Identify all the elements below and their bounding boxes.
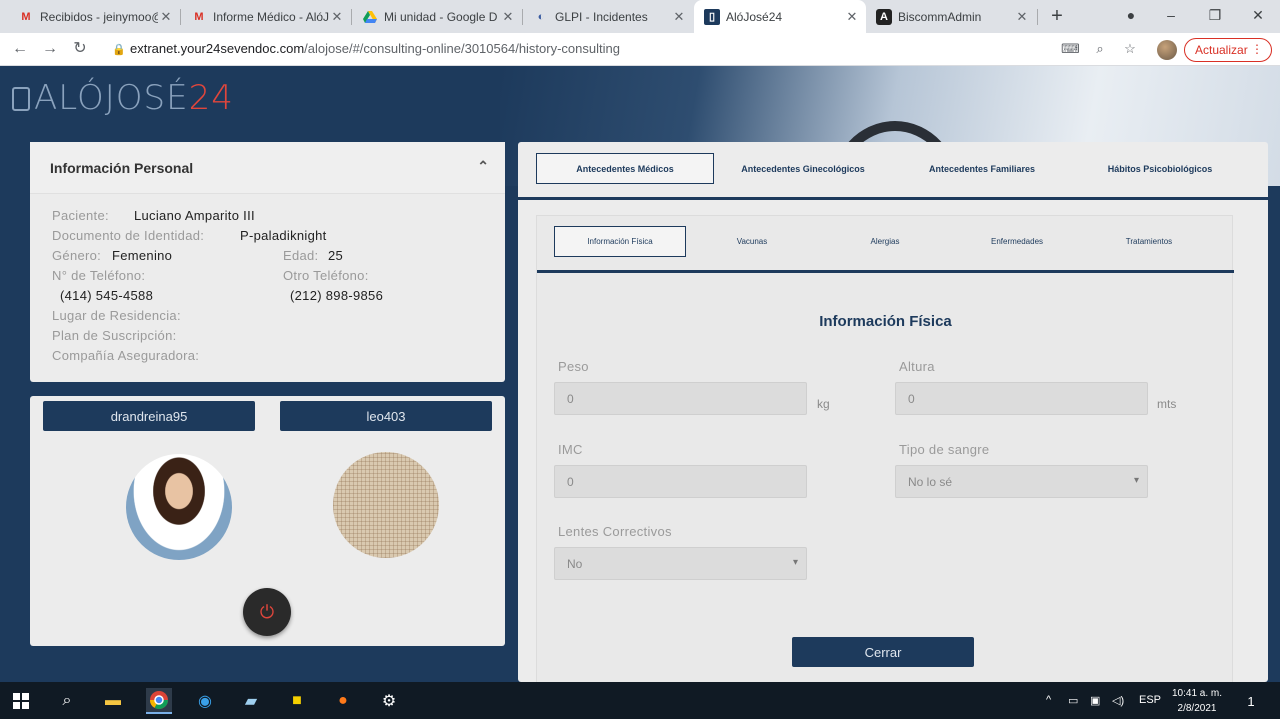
angular-icon: A bbox=[876, 8, 892, 25]
tab-tratamientos[interactable]: Tratamientos bbox=[1099, 226, 1199, 257]
tab-separator bbox=[1037, 9, 1038, 25]
browser-tab-alojose[interactable]: ▯ AlóJosé24 ✕ bbox=[694, 0, 866, 33]
volume-icon[interactable]: ◁) bbox=[1112, 694, 1124, 707]
browser-tab-gmail-inbox[interactable]: M Recibidos - jeinymoo@ ✕ bbox=[8, 0, 180, 33]
menu-dots-icon: ⋮ bbox=[1251, 42, 1263, 56]
chevron-down-icon: ▾ bbox=[792, 557, 798, 568]
tab-enfermedades[interactable]: Enfermedades bbox=[967, 226, 1067, 257]
page-content: ALÓJOSÉ24 Información Personal ⌃ Pacient… bbox=[0, 66, 1280, 682]
doctor-username-badge: drandreina95 bbox=[43, 401, 255, 431]
bmi-input[interactable]: 0 bbox=[554, 465, 807, 498]
lock-icon: 🔒 bbox=[112, 44, 126, 56]
sub-tabs: Información Física Vacunas Alergias Enfe… bbox=[537, 216, 1234, 273]
main-tabs: Antecedentes Médicos Antecedentes Gineco… bbox=[518, 142, 1268, 200]
file-explorer-icon[interactable]: ▬ bbox=[100, 688, 126, 714]
back-icon[interactable]: ← bbox=[10, 39, 30, 59]
address-bar[interactable]: extranet.your24sevendoc.com/alojose/#/co… bbox=[130, 41, 620, 56]
close-icon[interactable]: ✕ bbox=[844, 9, 860, 25]
close-button[interactable]: Cerrar bbox=[792, 637, 974, 667]
translate-icon[interactable]: ⌨ bbox=[1061, 40, 1080, 58]
close-icon[interactable]: ✕ bbox=[500, 9, 516, 25]
physical-info-section: Información Física Vacunas Alergias Enfe… bbox=[536, 215, 1234, 682]
close-icon[interactable]: ✕ bbox=[1014, 9, 1030, 25]
profile-avatar[interactable] bbox=[1157, 40, 1177, 60]
personal-info-header[interactable]: Información Personal ⌃ bbox=[30, 142, 505, 194]
end-call-button[interactable]: ⏻ bbox=[243, 588, 291, 636]
forward-icon[interactable]: → bbox=[40, 39, 60, 59]
logo-icon bbox=[12, 87, 30, 111]
zoom-icon[interactable]: ⌕ bbox=[1091, 40, 1109, 58]
bookmark-star-icon[interactable]: ☆ bbox=[1121, 40, 1139, 58]
tab-antecedentes-ginecologicos[interactable]: Antecedentes Ginecológicos bbox=[723, 153, 883, 184]
alojose-icon: ▯ bbox=[704, 8, 720, 25]
windows-start-icon[interactable] bbox=[8, 688, 34, 714]
windows-taskbar: ⌕ ▬ ◉ ▰ ■ ● ⚙ ^ ▭ ▣ ◁) ESP 10:41 a. m. 2… bbox=[0, 682, 1280, 719]
gmail-icon: M bbox=[21, 10, 31, 23]
patient-document: P-paladiknight bbox=[240, 228, 327, 243]
patient-age: 25 bbox=[328, 248, 344, 263]
drive-icon bbox=[362, 9, 378, 25]
form-title: Información Física bbox=[819, 313, 952, 330]
close-icon[interactable]: ✕ bbox=[329, 9, 345, 25]
tab-antecedentes-familiares[interactable]: Antecedentes Familiares bbox=[908, 153, 1056, 184]
search-icon[interactable]: ⌕ bbox=[54, 688, 80, 714]
browser-tab-informe[interactable]: M Informe Médico - AlóJ ✕ bbox=[181, 0, 351, 33]
settings-gear-icon[interactable]: ⚙ bbox=[376, 688, 402, 714]
notepad-icon[interactable]: ▰ bbox=[238, 688, 264, 714]
restore-icon[interactable]: ❐ bbox=[1202, 4, 1228, 28]
tab-vacunas[interactable]: Vacunas bbox=[702, 226, 802, 257]
height-input[interactable]: 0 bbox=[895, 382, 1148, 415]
chrome-icon[interactable] bbox=[146, 688, 172, 714]
patient-name: Luciano Amparito III bbox=[134, 208, 255, 223]
new-tab-button[interactable]: + bbox=[1046, 6, 1068, 28]
edge-icon[interactable]: ◉ bbox=[192, 688, 218, 714]
patient-avatar bbox=[333, 452, 439, 558]
browser-tab-glpi[interactable]: ◐ GLPI - Incidentes ✕ bbox=[523, 0, 693, 33]
browser-tab-biscomm[interactable]: A BiscommAdmin ✕ bbox=[866, 0, 1036, 33]
notifications-icon[interactable]: 1 bbox=[1238, 688, 1264, 714]
chevron-down-icon: ▾ bbox=[1133, 475, 1139, 486]
consultation-users-card: drandreina95 leo403 ⏻ bbox=[30, 396, 505, 646]
gmail-icon: M bbox=[194, 10, 204, 23]
battery-icon[interactable]: ▭ bbox=[1068, 694, 1078, 707]
browser-tab-drive[interactable]: Mi unidad - Google D ✕ bbox=[352, 0, 522, 33]
patient-username-badge: leo403 bbox=[280, 401, 492, 431]
tray-up-chevron-icon[interactable]: ^ bbox=[1046, 694, 1051, 706]
reload-icon[interactable]: ↻ bbox=[70, 39, 90, 59]
update-button[interactable]: Actualizar ⋮ bbox=[1184, 38, 1272, 62]
browser-tab-strip: M Recibidos - jeinymoo@ ✕ M Informe Médi… bbox=[0, 0, 1280, 33]
sticky-notes-icon[interactable]: ■ bbox=[284, 688, 310, 714]
close-icon[interactable]: ✕ bbox=[671, 9, 687, 25]
chevron-up-icon[interactable]: ⌃ bbox=[477, 158, 489, 175]
tab-antecedentes-medicos[interactable]: Antecedentes Médicos bbox=[536, 153, 714, 184]
browser-toolbar: ← → ↻ 🔒 extranet.your24sevendoc.com/aloj… bbox=[0, 33, 1280, 66]
close-icon[interactable]: ✕ bbox=[158, 9, 174, 25]
taskbar-clock[interactable]: 10:41 a. m. 2/8/2021 bbox=[1164, 686, 1230, 716]
patient-phone: (414) 545-4588 bbox=[60, 288, 154, 303]
corrective-lenses-select[interactable]: No ▾ bbox=[554, 547, 807, 580]
power-icon: ⏻ bbox=[259, 601, 275, 622]
network-icon[interactable]: ▣ bbox=[1090, 694, 1100, 707]
tab-search-icon[interactable]: ● bbox=[1118, 4, 1144, 28]
alojose-logo: ALÓJOSÉ24 bbox=[12, 78, 234, 118]
tab-alergias[interactable]: Alergias bbox=[835, 226, 935, 257]
medical-history-panel: Antecedentes Médicos Antecedentes Gineco… bbox=[518, 142, 1268, 682]
weight-input[interactable]: 0 bbox=[554, 382, 807, 415]
tab-informacion-fisica[interactable]: Información Física bbox=[554, 226, 686, 257]
patient-other-phone: (212) 898-9856 bbox=[290, 288, 384, 303]
window-close-icon[interactable]: ✕ bbox=[1245, 4, 1271, 28]
doctor-avatar bbox=[126, 454, 232, 560]
blood-type-select[interactable]: No lo sé ▾ bbox=[895, 465, 1148, 498]
firefox-icon[interactable]: ● bbox=[330, 688, 356, 714]
patient-gender: Femenino bbox=[112, 248, 173, 263]
personal-info-card: Información Personal ⌃ Paciente: Luciano… bbox=[30, 142, 505, 382]
language-indicator[interactable]: ESP bbox=[1139, 694, 1161, 706]
tab-habitos-psicobiologicos[interactable]: Hábitos Psicobiológicos bbox=[1086, 153, 1234, 184]
minimize-icon[interactable]: – bbox=[1158, 4, 1184, 28]
glpi-icon: ◐ bbox=[537, 10, 545, 23]
